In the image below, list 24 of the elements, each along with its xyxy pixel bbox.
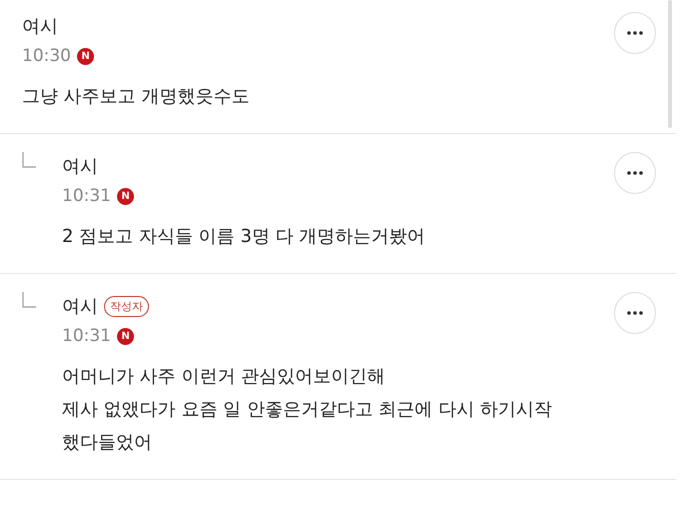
comment-text: 어머니가 사주 이런거 관심있어보이긴해 [62,365,386,389]
comment-time: 10:31 [62,186,111,206]
author-name: 여시 [62,295,98,318]
comment-time: 10:31 [62,326,111,346]
more-icon [627,311,643,315]
comment-text: 제사 없앴다가 요즘 일 안좋은거같다고 최근에 다시 하기시작 [62,398,554,422]
more-icon [627,171,643,175]
new-badge: N [117,188,134,204]
reply-corner-icon [22,152,36,168]
comment-text: 2 점보고 자식들 이름 3명 다 개명하는거봤어 [62,225,426,249]
more-button[interactable] [614,12,656,54]
reply-corner-icon [22,292,36,308]
author-name: 여시 [62,155,98,178]
author-name: 여시 [22,15,58,38]
new-badge: N [77,48,94,64]
author-tag: 작성자 [104,296,149,316]
scrollbar[interactable] [668,0,672,128]
comment-text: 그냥 사주보고 개명했읏수도 [22,85,250,109]
more-button[interactable] [614,292,656,334]
more-icon [627,31,643,35]
new-badge: N [117,328,134,344]
comment-time: 10:30 [22,46,71,66]
comment-text: 했다들었어 [62,431,153,455]
more-button[interactable] [614,152,656,194]
